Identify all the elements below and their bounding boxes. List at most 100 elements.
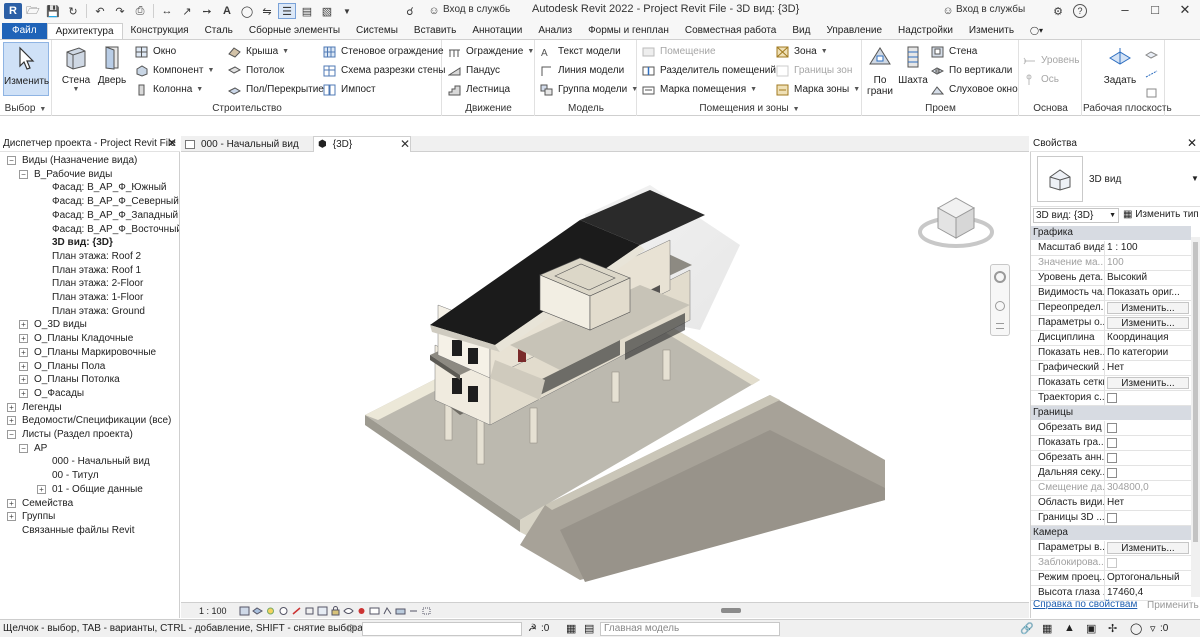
redo-icon[interactable]: ↷ (111, 3, 129, 19)
properties-help-link[interactable]: Справка по свойствам (1033, 599, 1137, 610)
viewer-button[interactable] (1145, 84, 1163, 101)
close-icon[interactable]: ✕ (167, 136, 177, 150)
measure-icon[interactable]: ↔ (158, 3, 176, 19)
property-value[interactable]: Высокий (1105, 271, 1191, 285)
tree-toggle-icon[interactable]: + (7, 416, 16, 426)
tree-item[interactable]: План этажа: Roof 2 (52, 250, 141, 263)
component-button[interactable]: Компонент ▼ (135, 62, 214, 79)
opening-by-face-button[interactable]: По грани (865, 42, 895, 97)
type-selector[interactable]: 3D вид ▼ (1031, 152, 1200, 207)
room-separator-button[interactable]: Разделитель помещений (642, 62, 776, 79)
sign-in-right-label[interactable]: Вход в службы (956, 4, 1025, 15)
property-value[interactable]: Нет (1105, 361, 1191, 375)
tree-item[interactable]: Фасад: В_АР_Ф_Южный (52, 181, 167, 194)
property-edit-button[interactable]: Изменить... (1107, 302, 1189, 314)
minimize-button[interactable]: – (1110, 2, 1140, 20)
visual-style-icon[interactable] (252, 606, 263, 616)
constraints-icon[interactable] (408, 606, 419, 616)
shadows-icon[interactable] (278, 606, 289, 616)
drag-elements-icon[interactable]: ✢ (1108, 622, 1117, 635)
worksharing-icon[interactable] (369, 606, 380, 616)
tab-architecture[interactable]: Архитектура (46, 23, 123, 39)
tab-modify[interactable]: Изменить (961, 23, 1022, 39)
model-group-button[interactable]: Группа модели ▼ (540, 81, 638, 98)
user-icon[interactable]: ☺ (425, 3, 443, 19)
ref-plane-button[interactable] (1145, 65, 1163, 82)
mullion-button[interactable]: Импост (323, 81, 376, 98)
property-section-header[interactable]: Камера (1031, 526, 1191, 540)
view-tab-start[interactable]: 000 - Начальный вид (181, 136, 313, 152)
panel-rooms-title[interactable]: Помещения и зоны ▼ (638, 103, 861, 114)
search-icon[interactable]: ☌ (401, 3, 419, 19)
navigation-bar[interactable] (990, 264, 1010, 336)
show-crop-icon[interactable] (317, 606, 328, 616)
building-3d-model[interactable] (181, 152, 1029, 602)
maximize-button[interactable]: □ (1140, 2, 1170, 20)
lock-view-icon[interactable] (330, 605, 341, 616)
area-button[interactable]: Зона ▼ (776, 43, 828, 60)
tree-item[interactable]: План этажа: Ground (52, 305, 145, 318)
reveal-hidden-icon[interactable] (356, 606, 367, 616)
tab-insert[interactable]: Вставить (406, 23, 464, 39)
tree-toggle-icon[interactable]: + (7, 512, 16, 522)
apply-button[interactable]: Применить (1147, 600, 1199, 611)
analytical-model-icon[interactable] (382, 606, 393, 616)
grid-button[interactable]: Ось (1023, 71, 1059, 88)
instance-selector[interactable]: 3D вид: {3D} ▼ (1033, 208, 1119, 223)
aligned-dimension-icon[interactable]: ↗ (178, 3, 196, 19)
area-boundary-button[interactable]: Границы зон (776, 62, 852, 79)
tree-item[interactable]: О_Планы Кладочные (34, 332, 133, 345)
print-icon[interactable]: ⎙ (131, 3, 149, 19)
shaft-button[interactable]: Шахта (896, 42, 930, 86)
property-checkbox[interactable] (1107, 453, 1117, 463)
set-workplane-button[interactable]: Задать (1097, 42, 1143, 86)
tree-toggle-icon[interactable]: + (19, 361, 28, 371)
close-properties-icon[interactable]: ✕ (1187, 136, 1197, 150)
render-icon[interactable] (291, 606, 302, 616)
tab-addins[interactable]: Надстройки (890, 23, 961, 39)
edit-type-button[interactable]: ▦ Изменить тип (1123, 209, 1199, 220)
tree-item[interactable]: В_Рабочие виды (34, 168, 112, 181)
tag-area-button[interactable]: Марка зоны ▼ (776, 81, 860, 98)
exchange-apps-icon[interactable]: ⚙ (1049, 3, 1067, 19)
text-icon[interactable]: A (218, 3, 236, 19)
property-value[interactable]: Нет (1105, 496, 1191, 510)
property-value[interactable]: Показать ориг... (1105, 286, 1191, 300)
column-button[interactable]: Колонна ▼ (135, 81, 203, 98)
tree-toggle-icon[interactable]: − (7, 430, 16, 439)
tree-item[interactable]: Легенды (22, 401, 62, 414)
sync-icon[interactable]: ↻ (64, 3, 82, 19)
tree-toggle-icon[interactable]: + (19, 320, 28, 330)
tag-room-button[interactable]: Марка помещения ▼ (642, 81, 757, 98)
tree-toggle-icon[interactable]: + (19, 375, 28, 385)
close-tab-icon[interactable]: ✕ (400, 137, 410, 151)
tree-item[interactable]: Фасад: В_АР_Ф_Восточный (52, 223, 179, 236)
tree-item[interactable]: 01 - Общие данные (52, 483, 143, 496)
tree-item[interactable]: Связанные файлы Revit (22, 524, 135, 537)
sun-path-icon[interactable] (265, 606, 276, 616)
tab-massing-site[interactable]: Формы и генплан (580, 23, 677, 39)
property-section-header[interactable]: Графика (1031, 226, 1191, 240)
show-workplane-button[interactable] (1145, 46, 1163, 63)
property-value[interactable]: 17460,4 (1105, 586, 1191, 600)
close-hidden-icon[interactable]: ▤ (298, 3, 316, 19)
close-window-button[interactable]: ✕ (1170, 2, 1200, 20)
thin-lines-icon[interactable]: ☰ (278, 3, 296, 19)
help-icon[interactable]: ? (1073, 4, 1087, 18)
workset-combo[interactable] (362, 622, 522, 636)
view-scale[interactable]: 1 : 100 (199, 606, 239, 616)
modify-button[interactable]: Изменить (3, 42, 49, 96)
viewcube[interactable] (916, 184, 996, 254)
property-edit-button[interactable]: Изменить... (1107, 317, 1189, 329)
sign-in-label[interactable]: Вход в службь (443, 4, 510, 15)
tree-item[interactable]: Виды (Назначение вида) (22, 154, 137, 167)
background-processes-icon[interactable]: ◯ (1130, 622, 1142, 635)
roof-button[interactable]: Крыша ▼ (228, 43, 289, 60)
property-value[interactable]: Координация (1105, 331, 1191, 345)
crop-view-icon[interactable] (304, 606, 315, 616)
steering-wheel-icon[interactable] (994, 271, 1006, 283)
opening-vertical-button[interactable]: По вертикали (931, 62, 1012, 79)
select-links-icon[interactable]: 🔗 (1020, 622, 1034, 635)
tree-toggle-icon[interactable]: + (7, 498, 16, 508)
tree-item[interactable]: О_Планы Маркировочные (34, 346, 156, 359)
